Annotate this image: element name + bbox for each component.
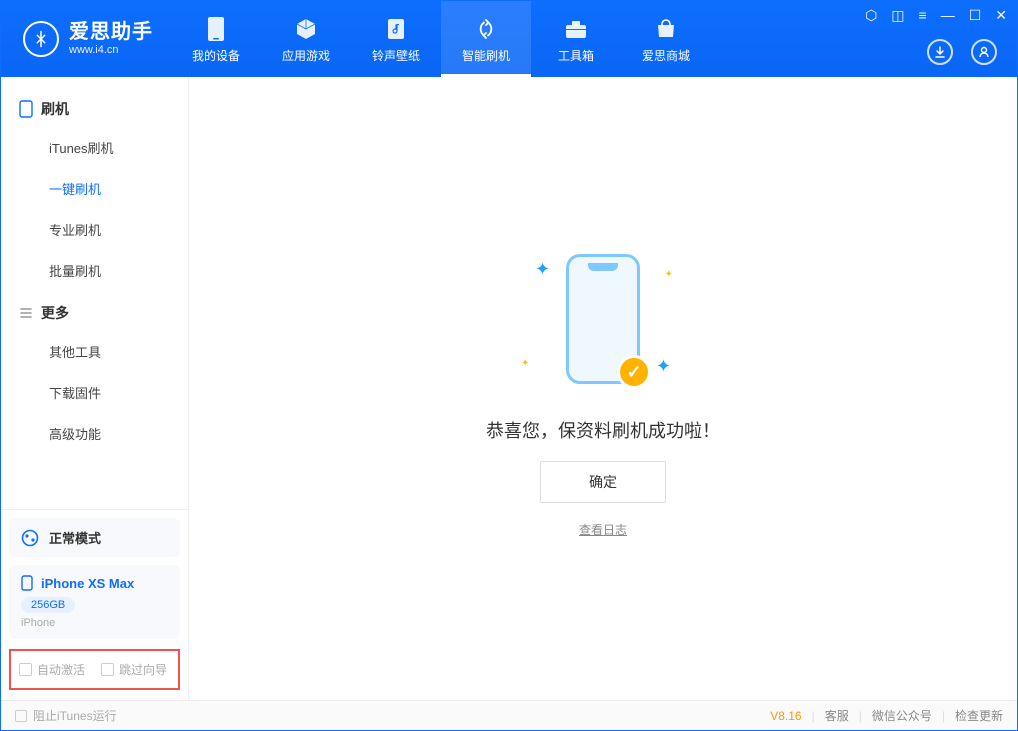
sidebar-item-one-click-flash[interactable]: 一键刷机 — [1, 168, 188, 209]
list-icon — [19, 306, 33, 320]
sidebar-item-pro-flash[interactable]: 专业刷机 — [1, 209, 188, 250]
checkbox-auto-activate[interactable]: 自动激活 — [19, 661, 85, 678]
toolbox-icon — [562, 15, 590, 43]
main-content: ✦ ✦ ✦ ✦ ✓ 恭喜您，保资料刷机成功啦！ 确定 查看日志 — [189, 77, 1017, 700]
sidebar-item-other-tools[interactable]: 其他工具 — [1, 331, 188, 372]
checkbox-block-itunes[interactable]: 阻止iTunes运行 — [15, 707, 117, 724]
sidebar: 刷机 iTunes刷机 一键刷机 专业刷机 批量刷机 更多 其他工具 下载固件 … — [1, 77, 189, 700]
device-capacity: 256GB — [21, 597, 75, 613]
user-icon[interactable] — [971, 39, 997, 65]
phone-outline-icon — [19, 100, 33, 118]
sidebar-item-download-firmware[interactable]: 下载固件 — [1, 372, 188, 413]
ok-button[interactable]: 确定 — [540, 461, 666, 503]
logo-icon — [23, 21, 59, 57]
sidebar-group-more: 更多 — [1, 291, 188, 331]
tab-my-device[interactable]: 我的设备 — [171, 1, 261, 77]
sidebar-item-itunes-flash[interactable]: iTunes刷机 — [1, 127, 188, 168]
sidebar-item-batch-flash[interactable]: 批量刷机 — [1, 250, 188, 291]
sparkle-icon: ✦ — [521, 358, 529, 369]
mode-icon — [21, 529, 39, 547]
bottom-options-highlighted: 自动激活 跳过向导 — [9, 649, 180, 690]
device-small-icon — [21, 575, 33, 591]
sidebar-group-flash: 刷机 — [1, 87, 188, 127]
sparkle-icon: ✦ — [656, 356, 671, 377]
window-shirt-icon[interactable]: ⬡ — [865, 7, 877, 24]
sidebar-item-advanced[interactable]: 高级功能 — [1, 413, 188, 454]
window-minimize[interactable]: — — [941, 7, 955, 24]
tab-smart-flash[interactable]: 智能刷机 — [441, 1, 531, 77]
tab-ringtones-wallpapers[interactable]: 铃声壁纸 — [351, 1, 441, 77]
tab-apps-games[interactable]: 应用游戏 — [261, 1, 351, 77]
device-name: iPhone XS Max — [41, 576, 134, 591]
store-icon — [652, 15, 680, 43]
window-close[interactable]: ✕ — [995, 7, 1007, 24]
app-header: 爱思助手 www.i4.cn 我的设备 应用游戏 铃声壁纸 智能刷机 工具箱 爱… — [1, 1, 1017, 77]
app-url: www.i4.cn — [69, 44, 153, 57]
view-log-link[interactable]: 查看日志 — [579, 521, 627, 538]
nav-tabs: 我的设备 应用游戏 铃声壁纸 智能刷机 工具箱 爱思商城 — [171, 1, 711, 77]
check-badge-icon: ✓ — [617, 355, 651, 389]
header-right-icons — [927, 39, 997, 65]
window-cube-icon[interactable]: ◫ — [891, 7, 904, 24]
app-title: 爱思助手 — [69, 20, 153, 44]
link-wechat[interactable]: 微信公众号 — [872, 707, 932, 724]
sparkle-icon: ✦ — [535, 259, 550, 280]
phone-outline-graphic: ✓ — [566, 254, 640, 384]
success-illustration: ✦ ✦ ✦ ✦ ✓ — [513, 239, 693, 399]
version-label: V8.16 — [770, 709, 801, 723]
success-message: 恭喜您，保资料刷机成功啦！ — [486, 417, 720, 443]
tab-store[interactable]: 爱思商城 — [621, 1, 711, 77]
device-card[interactable]: iPhone XS Max 256GB iPhone — [9, 565, 180, 639]
download-icon[interactable] — [927, 39, 953, 65]
window-maximize[interactable]: ☐ — [969, 7, 982, 24]
link-support[interactable]: 客服 — [825, 707, 849, 724]
mode-card[interactable]: 正常模式 — [9, 518, 180, 557]
tab-toolbox[interactable]: 工具箱 — [531, 1, 621, 77]
refresh-icon — [472, 15, 500, 43]
window-controls: ⬡ ◫ ≡ — ☐ ✕ — [865, 7, 1007, 24]
window-menu-icon[interactable]: ≡ — [919, 7, 927, 24]
sparkle-icon: ✦ — [665, 269, 673, 280]
device-icon — [202, 15, 230, 43]
cube-icon — [292, 15, 320, 43]
status-bar: 阻止iTunes运行 V8.16 | 客服 | 微信公众号 | 检查更新 — [1, 700, 1017, 730]
checkbox-skip-guide[interactable]: 跳过向导 — [101, 661, 167, 678]
music-icon — [382, 15, 410, 43]
logo-area: 爱思助手 www.i4.cn — [1, 1, 171, 77]
link-check-update[interactable]: 检查更新 — [955, 707, 1003, 724]
device-type: iPhone — [21, 617, 168, 629]
